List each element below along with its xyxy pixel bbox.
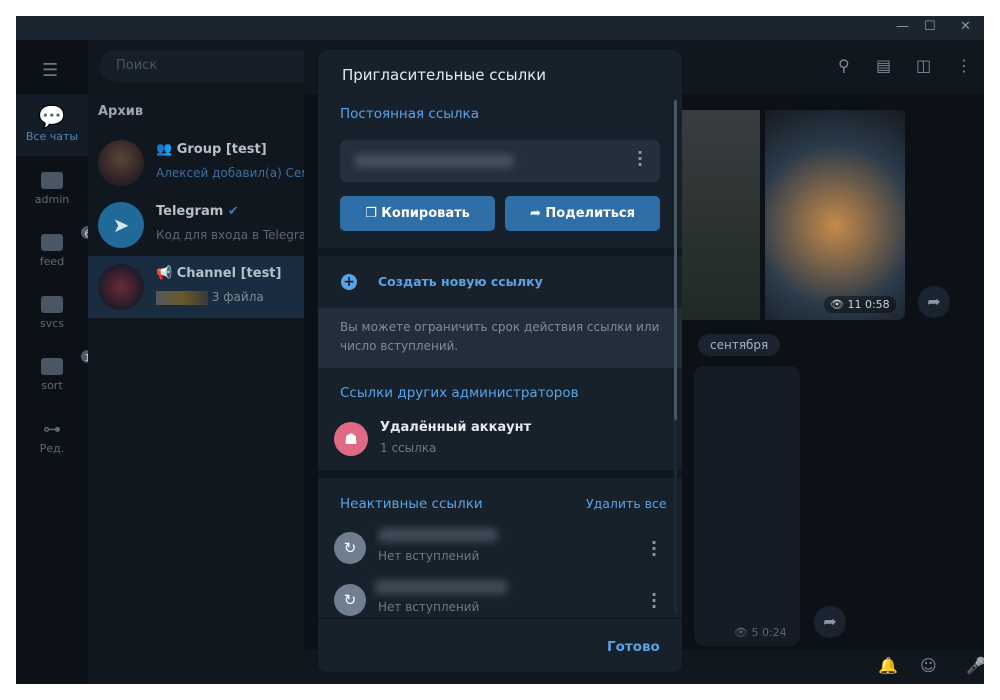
info-note: Вы можете ограничить срок действия ссылк…: [318, 308, 682, 368]
chat-name: Telegram ✔: [156, 204, 239, 219]
divider: [318, 470, 682, 478]
share-icon: ➦: [530, 206, 546, 221]
forward-icon[interactable]: ➦: [814, 606, 846, 638]
folder-icon: [41, 172, 63, 189]
more-icon[interactable]: ⋮: [956, 56, 972, 75]
dialog-title: Пригласительные ссылки: [342, 66, 546, 84]
admin-link-item[interactable]: ☗ Удалённый аккаунт 1 ссылка: [318, 414, 674, 464]
chat-name: 👥 Group [test]: [156, 142, 267, 157]
invite-links-dialog: Пригласительные ссылки Постоянная ссылка…: [318, 50, 682, 672]
link-status: Нет вступлений: [378, 549, 480, 563]
inactive-link-item[interactable]: ↻ Нет вступлений · · ·: [318, 574, 674, 618]
avatar: [98, 264, 144, 310]
media-info: 👁 11 0:58: [824, 296, 896, 313]
broken-link-icon: ↻: [334, 584, 366, 616]
create-link-button[interactable]: + Создать новую ссылку: [318, 256, 682, 308]
link-status: Нет вступлений: [378, 600, 480, 614]
create-link-label: Создать новую ссылку: [378, 274, 543, 289]
folder-feed[interactable]: 6 feed: [16, 224, 96, 268]
folder-label: Все чаты: [25, 130, 79, 143]
broken-link-icon: ↻: [334, 532, 366, 564]
share-button[interactable]: ➦ Поделиться: [505, 196, 660, 231]
more-icon[interactable]: · · ·: [651, 587, 657, 615]
folder-icon: 6: [41, 224, 96, 251]
folder-label: feed: [39, 255, 65, 268]
minimize-button[interactable]: —: [896, 19, 909, 34]
edit-filters-icon: ⊶: [43, 419, 61, 440]
media-thumbnails: [156, 290, 208, 305]
folder-sort[interactable]: 1 sort: [16, 348, 96, 392]
more-icon[interactable]: · · ·: [637, 145, 643, 173]
close-button[interactable]: ✕: [960, 19, 971, 34]
chat-preview: Код для входа в Telegram: [156, 228, 304, 242]
folder-all-chats[interactable]: 💬 Все чаты: [16, 94, 88, 156]
title-bar: — ☐ ✕: [16, 16, 984, 40]
chats-icon: 💬: [38, 105, 66, 130]
hidden-link: [378, 528, 498, 542]
folder-sidebar: ☰ 💬 Все чаты admin 6 feed svcs 1 sort ⊶ Ред…: [16, 40, 96, 684]
admin-name: Удалённый аккаунт: [380, 420, 532, 435]
media-info: 👁 5 0:24: [734, 626, 787, 639]
chat-item[interactable]: 👥 Group [test] Алексей добавил(а) Сем: [88, 132, 304, 194]
scrollbar-thumb[interactable]: [674, 100, 677, 420]
search-icon[interactable]: ⚲: [838, 56, 850, 75]
photo: [765, 110, 905, 320]
chat-preview: Алексей добавил(а) Сем: [156, 166, 304, 180]
folder-svcs[interactable]: svcs: [16, 296, 88, 330]
chat-list: Поиск Архив 👥 Group [test] Алексей добав…: [88, 40, 360, 684]
channel-icon: 📢: [156, 266, 177, 281]
more-icon[interactable]: · · ·: [651, 535, 657, 563]
live-stream-icon[interactable]: ▤: [876, 56, 891, 75]
menu-icon[interactable]: ☰: [42, 60, 58, 81]
chat-preview: 3 файла: [156, 290, 304, 305]
dialog-footer: Готово: [318, 618, 682, 672]
bell-icon[interactable]: 🔔: [878, 656, 898, 675]
folder-admin[interactable]: admin: [16, 172, 88, 206]
date-badge: сентября: [698, 334, 781, 356]
copy-icon: ❐: [365, 206, 382, 221]
divider: [318, 248, 682, 256]
folder-icon: 1: [41, 348, 96, 375]
folder-label: svcs: [39, 317, 65, 330]
hidden-link: [354, 154, 514, 168]
plus-icon: +: [341, 274, 357, 290]
copy-button[interactable]: ❐ Копировать: [340, 196, 495, 231]
sidebar-toggle-icon[interactable]: ◫: [916, 56, 931, 75]
message-bubble: [694, 366, 800, 646]
group-icon: 👥: [156, 142, 177, 157]
avatar: [98, 140, 144, 186]
microphone-icon[interactable]: 🎤: [966, 656, 984, 675]
section-permanent-link: Постоянная ссылка: [340, 106, 479, 122]
folder-label: admin: [34, 193, 70, 206]
ghost-icon: ☗: [334, 422, 368, 456]
folder-label: Ред.: [39, 442, 65, 455]
folder-edit[interactable]: ⊶ Ред.: [16, 418, 88, 455]
chat-item[interactable]: ➤ Telegram ✔ Код для входа в Telegram: [88, 194, 304, 256]
section-other-admins: Ссылки других администраторов: [340, 385, 579, 401]
chat-name: 📢 Channel [test]: [156, 266, 282, 281]
maximize-button[interactable]: ☐: [924, 19, 936, 34]
permanent-link-field[interactable]: · · ·: [340, 140, 660, 182]
folder-label: sort: [41, 379, 63, 392]
inactive-link-item[interactable]: ↻ Нет вступлений · · ·: [318, 522, 674, 572]
archive-header: Архив: [98, 104, 144, 119]
delete-all-button[interactable]: Удалить все: [586, 496, 667, 511]
emoji-icon[interactable]: ☺: [920, 656, 937, 675]
admin-link-count: 1 ссылка: [380, 441, 437, 455]
hidden-link: [374, 580, 508, 594]
done-button[interactable]: Готово: [607, 639, 660, 655]
chat-item[interactable]: 📢 Channel [test] 3 файла: [88, 256, 304, 318]
forward-icon[interactable]: ➦: [918, 286, 950, 318]
telegram-logo-icon: ➤: [98, 202, 144, 248]
scrollbar[interactable]: [674, 100, 677, 614]
folder-icon: [41, 296, 63, 313]
photo: [674, 110, 760, 320]
section-inactive-links: Неактивные ссылки: [340, 496, 483, 512]
verified-icon: ✔: [227, 204, 239, 219]
